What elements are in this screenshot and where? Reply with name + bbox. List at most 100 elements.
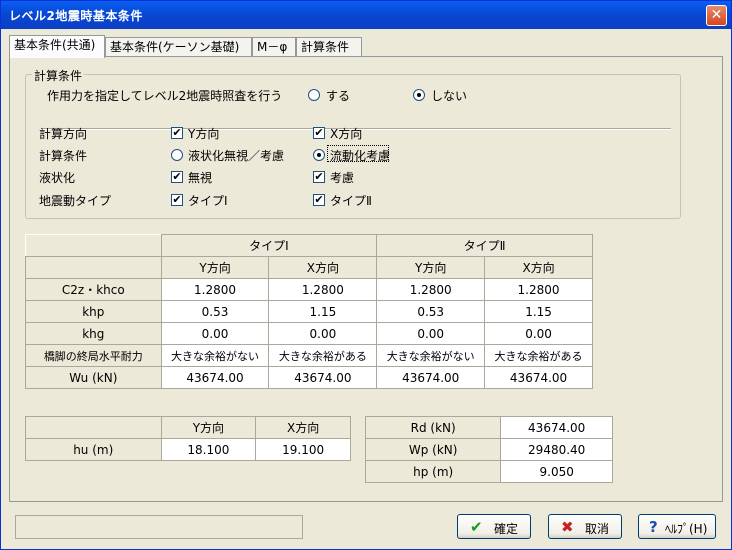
direction-x-label[interactable]: X方向 <box>330 125 362 142</box>
capacity-table: Rd (kN) 43674.00 Wp (kN) 29480.40 hp (m)… <box>364 416 613 483</box>
liquefaction-consider-checkbox[interactable]: ✔ <box>313 171 325 183</box>
table-row: C2z・khco 1.2800 1.2800 1.2800 1.2800 <box>25 278 593 301</box>
seismic-type1-checkbox[interactable]: ✔ <box>171 194 183 206</box>
col-group-type1: タイプⅠ <box>160 234 378 257</box>
table-row: Wu (kN) 43674.00 43674.00 43674.00 43674… <box>25 366 593 389</box>
seismic-type2-label[interactable]: タイプⅡ <box>330 192 372 209</box>
liquefaction-ignore-label[interactable]: 無視 <box>188 169 212 186</box>
table-corner <box>25 416 162 439</box>
ok-button[interactable]: ✔ 確定 <box>457 514 531 539</box>
table-cell[interactable]: 29480.40 <box>500 438 613 461</box>
tab-basic-caisson[interactable]: 基本条件(ケーソン基礎) <box>105 37 252 57</box>
table-cell[interactable]: 0.53 <box>376 300 486 323</box>
window-title: レベル2地震時基本条件 <box>9 9 143 23</box>
calc-direction-label: 計算方向 <box>39 127 88 141</box>
col-header: Y方向 <box>376 256 486 279</box>
direction-y-checkbox[interactable]: ✔ <box>171 127 183 139</box>
cross-icon: ✖ <box>561 518 574 536</box>
table-cell[interactable]: 43674.00 <box>376 366 486 389</box>
calc-conditions-group: 計算条件 作用力を指定してレベル2地震時照査を行う する しない 計算方向 ✔ … <box>25 67 681 219</box>
table-cell[interactable]: 1.2800 <box>484 278 593 301</box>
table-cell[interactable]: 0.00 <box>160 322 270 345</box>
seismic-type2-checkbox[interactable]: ✔ <box>313 194 325 206</box>
table-cell[interactable]: 大きな余裕がない <box>376 344 486 367</box>
table-cell[interactable]: 43674.00 <box>484 366 593 389</box>
table-cell[interactable]: 43674.00 <box>268 366 378 389</box>
apply-yes-radio[interactable] <box>308 89 320 101</box>
calc-condition-label: 計算条件 <box>39 149 88 163</box>
liquefaction-consider-label[interactable]: 考慮 <box>330 169 354 186</box>
seismic-type-label: 地震動タイプ <box>39 194 112 208</box>
col-header: X方向 <box>484 256 593 279</box>
col-header: X方向 <box>268 256 378 279</box>
table-cell[interactable]: 1.15 <box>484 300 593 323</box>
row-header: Rd (kN) <box>364 416 502 439</box>
table-cell[interactable]: 9.050 <box>500 460 613 483</box>
col-header: X方向 <box>255 416 351 439</box>
col-header: Y方向 <box>160 256 270 279</box>
table-cell[interactable]: 18.100 <box>160 438 257 461</box>
row-header: hu (m) <box>25 438 162 461</box>
tab-calc-conditions[interactable]: 計算条件 <box>296 37 362 57</box>
cancel-button-label: 取消 <box>585 522 610 536</box>
seismic-results-table: タイプⅠ タイプⅡ Y方向 X方向 Y方向 X方向 C2z・khco 1.280… <box>25 234 593 389</box>
flow-consider-radio[interactable] <box>313 149 325 161</box>
table-cell[interactable]: 43674.00 <box>160 366 270 389</box>
table-cell[interactable]: 1.15 <box>268 300 378 323</box>
direction-x-checkbox[interactable]: ✔ <box>313 127 325 139</box>
table-cell[interactable]: 43674.00 <box>500 416 613 439</box>
apply-no-radio[interactable] <box>413 89 425 101</box>
table-cell[interactable]: 大きな余裕がある <box>268 344 378 367</box>
table-row: Wp (kN) 29480.40 <box>364 438 613 461</box>
liquefaction-ignore-consider-label[interactable]: 液状化無視／考慮 <box>188 147 284 164</box>
direction-y-label[interactable]: Y方向 <box>188 125 219 142</box>
table-row: 橋脚の終局水平耐力 大きな余裕がない 大きな余裕がある 大きな余裕がない 大きな… <box>25 344 593 367</box>
checkmark-icon: ✔ <box>470 518 483 536</box>
table-cell[interactable]: 0.00 <box>268 322 378 345</box>
apply-no-label[interactable]: しない <box>431 87 467 104</box>
help-button-label: ﾍﾙﾌﾟ(H) <box>665 522 708 536</box>
row-header: Wp (kN) <box>364 438 502 461</box>
row-header: Wu (kN) <box>25 366 162 389</box>
seismic-type1-label[interactable]: タイプⅠ <box>188 192 228 209</box>
table-cell[interactable]: 0.00 <box>484 322 593 345</box>
table-cell[interactable]: 1.2800 <box>268 278 378 301</box>
col-header: Y方向 <box>160 416 257 439</box>
group-legend: 計算条件 <box>32 67 85 84</box>
dialog-window: レベル2地震時基本条件 ✕ 基本条件(共通) 基本条件(ケーソン基礎) M－φ … <box>0 0 732 550</box>
row-header: hp (m) <box>364 460 502 483</box>
table-cell[interactable]: 1.2800 <box>160 278 270 301</box>
row-header: C2z・khco <box>25 278 162 301</box>
help-button[interactable]: ? ﾍﾙﾌﾟ(H) <box>638 514 716 539</box>
table-cell[interactable]: 1.2800 <box>376 278 486 301</box>
title-bar[interactable]: レベル2地震時基本条件 ✕ <box>1 1 731 29</box>
tab-basic-common[interactable]: 基本条件(共通) <box>9 35 105 58</box>
table-cell[interactable]: 大きな余裕がない <box>160 344 270 367</box>
hu-table: Y方向 X方向 hu (m) 18.100 19.100 <box>25 416 351 461</box>
apply-yes-label[interactable]: する <box>326 87 350 104</box>
liquefaction-ignore-checkbox[interactable]: ✔ <box>171 171 183 183</box>
table-row: khp 0.53 1.15 0.53 1.15 <box>25 300 593 323</box>
table-row: khg 0.00 0.00 0.00 0.00 <box>25 322 593 345</box>
apply-force-label: 作用力を指定してレベル2地震時照査を行う <box>47 89 283 103</box>
flow-consider-label[interactable]: 流動化考慮 <box>330 147 390 164</box>
tab-m-phi[interactable]: M－φ <box>252 37 296 57</box>
col-group-type2: タイプⅡ <box>376 234 593 257</box>
table-cell[interactable]: 大きな余裕がある <box>484 344 593 367</box>
ok-button-label: 確定 <box>494 522 519 536</box>
table-empty-corner <box>25 234 162 257</box>
table-cell[interactable]: 0.00 <box>376 322 486 345</box>
table-row: Rd (kN) 43674.00 <box>364 416 613 439</box>
table-row: hu (m) 18.100 19.100 <box>25 438 351 461</box>
row-header: khp <box>25 300 162 323</box>
close-button[interactable]: ✕ <box>706 5 727 26</box>
row-header: khg <box>25 322 162 345</box>
question-mark-icon: ? <box>649 518 658 536</box>
liquefaction-label: 液状化 <box>39 171 76 185</box>
table-cell[interactable]: 0.53 <box>160 300 270 323</box>
cancel-button[interactable]: ✖ 取消 <box>548 514 622 539</box>
tab-panel: 計算条件 作用力を指定してレベル2地震時照査を行う する しない 計算方向 ✔ … <box>9 56 723 502</box>
liquefaction-ignore-consider-radio[interactable] <box>171 149 183 161</box>
table-corner <box>25 256 162 279</box>
table-cell[interactable]: 19.100 <box>255 438 351 461</box>
